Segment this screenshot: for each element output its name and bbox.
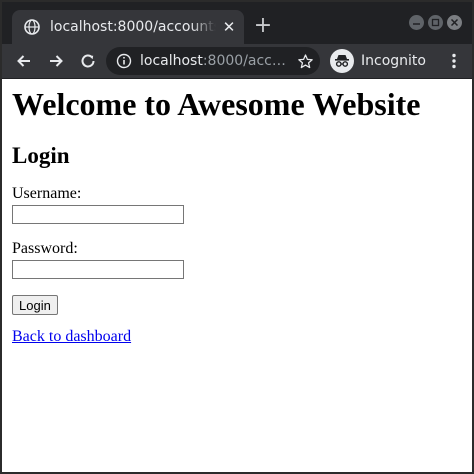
page-content: Welcome to Awesome Website Login Usernam… — [2, 79, 472, 472]
tab-close-icon[interactable]: ✕ — [220, 18, 238, 36]
incognito-label: Incognito — [361, 53, 426, 69]
bookmark-star-icon[interactable] — [296, 52, 314, 70]
address-path: :8000/accou… — [202, 53, 290, 69]
username-input[interactable] — [12, 205, 184, 224]
browser-tab[interactable]: localhost:8000/accounts/login/ ✕ — [12, 10, 244, 44]
login-heading: Login — [12, 143, 70, 168]
window-controls — [409, 15, 462, 30]
minimize-icon[interactable] — [409, 15, 424, 30]
login-form: Username: Password: Login — [12, 185, 462, 315]
tab-title: localhost:8000/accounts/login/ — [50, 19, 216, 35]
address-host: localhost — [140, 53, 203, 69]
login-button[interactable]: Login — [12, 295, 58, 315]
browser-window: localhost:8000/accounts/login/ ✕ + — [2, 2, 472, 472]
info-icon[interactable] — [116, 53, 132, 69]
password-label: Password: — [12, 240, 78, 257]
kebab-menu-icon[interactable] — [442, 49, 466, 73]
new-tab-button[interactable]: + — [250, 14, 276, 40]
browser-toolbar: localhost:8000/accou… Incognito — [2, 44, 472, 79]
page-title: Welcome to Awesome Website — [12, 86, 421, 122]
globe-icon — [24, 19, 40, 35]
back-to-dashboard-link[interactable]: Back to dashboard — [12, 328, 462, 346]
window-close-icon[interactable] — [447, 15, 462, 30]
reload-icon[interactable] — [76, 49, 100, 73]
maximize-icon[interactable] — [428, 15, 443, 30]
back-arrow-icon[interactable] — [12, 49, 36, 73]
password-input[interactable] — [12, 260, 184, 279]
username-label: Username: — [12, 185, 82, 202]
forward-arrow-icon[interactable] — [44, 49, 68, 73]
address-url: localhost:8000/accou… — [140, 53, 290, 69]
tab-strip: localhost:8000/accounts/login/ ✕ + — [2, 2, 472, 44]
address-bar[interactable]: localhost:8000/accou… — [106, 47, 320, 75]
incognito-icon — [330, 49, 354, 73]
incognito-profile[interactable]: Incognito — [330, 48, 426, 74]
